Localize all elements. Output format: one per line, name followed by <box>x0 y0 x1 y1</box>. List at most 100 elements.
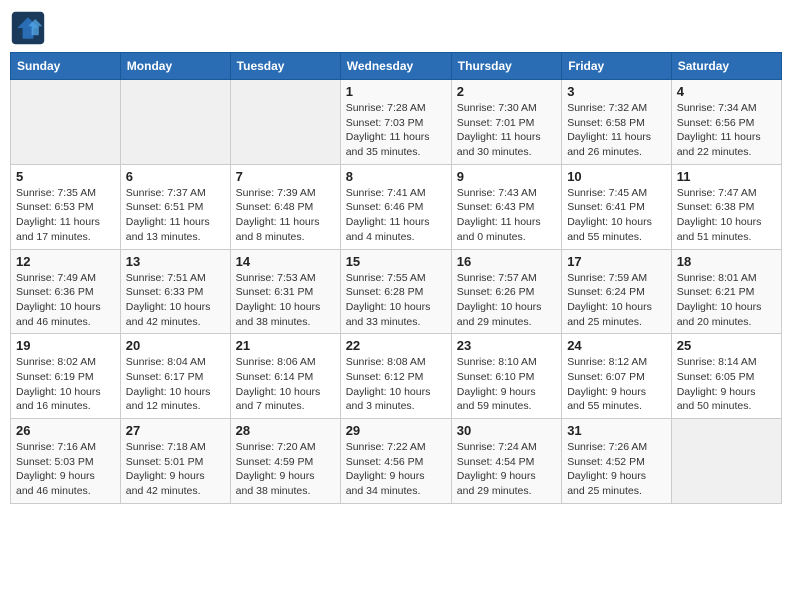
calendar-cell <box>230 80 340 165</box>
logo <box>10 10 50 46</box>
day-info: Sunrise: 8:02 AM Sunset: 6:19 PM Dayligh… <box>16 355 115 414</box>
calendar-table: SundayMondayTuesdayWednesdayThursdayFrid… <box>10 52 782 504</box>
calendar-cell: 15Sunrise: 7:55 AM Sunset: 6:28 PM Dayli… <box>340 249 451 334</box>
calendar-cell: 3Sunrise: 7:32 AM Sunset: 6:58 PM Daylig… <box>562 80 672 165</box>
day-number: 4 <box>677 84 776 99</box>
day-header-monday: Monday <box>120 53 230 80</box>
day-info: Sunrise: 7:26 AM Sunset: 4:52 PM Dayligh… <box>567 440 666 499</box>
day-number: 27 <box>126 423 225 438</box>
day-info: Sunrise: 7:28 AM Sunset: 7:03 PM Dayligh… <box>346 101 446 160</box>
day-number: 2 <box>457 84 556 99</box>
day-info: Sunrise: 8:10 AM Sunset: 6:10 PM Dayligh… <box>457 355 556 414</box>
day-number: 30 <box>457 423 556 438</box>
day-number: 10 <box>567 169 666 184</box>
calendar-cell: 28Sunrise: 7:20 AM Sunset: 4:59 PM Dayli… <box>230 419 340 504</box>
calendar-cell: 17Sunrise: 7:59 AM Sunset: 6:24 PM Dayli… <box>562 249 672 334</box>
day-number: 12 <box>16 254 115 269</box>
calendar-cell <box>671 419 781 504</box>
calendar-cell: 9Sunrise: 7:43 AM Sunset: 6:43 PM Daylig… <box>451 164 561 249</box>
day-info: Sunrise: 7:24 AM Sunset: 4:54 PM Dayligh… <box>457 440 556 499</box>
day-number: 24 <box>567 338 666 353</box>
day-number: 3 <box>567 84 666 99</box>
day-header-wednesday: Wednesday <box>340 53 451 80</box>
day-info: Sunrise: 7:51 AM Sunset: 6:33 PM Dayligh… <box>126 271 225 330</box>
day-number: 8 <box>346 169 446 184</box>
day-header-sunday: Sunday <box>11 53 121 80</box>
day-info: Sunrise: 7:37 AM Sunset: 6:51 PM Dayligh… <box>126 186 225 245</box>
page-header <box>10 10 782 46</box>
day-info: Sunrise: 7:18 AM Sunset: 5:01 PM Dayligh… <box>126 440 225 499</box>
day-info: Sunrise: 7:57 AM Sunset: 6:26 PM Dayligh… <box>457 271 556 330</box>
calendar-cell: 26Sunrise: 7:16 AM Sunset: 5:03 PM Dayli… <box>11 419 121 504</box>
day-number: 29 <box>346 423 446 438</box>
calendar-cell: 18 Sunrise: 8:01 AM Sunset: 6:21 PM Dayli… <box>671 249 781 334</box>
day-info: Sunrise: 7:41 AM Sunset: 6:46 PM Dayligh… <box>346 186 446 245</box>
day-number: 23 <box>457 338 556 353</box>
day-info: Sunrise: 7:49 AM Sunset: 6:36 PM Dayligh… <box>16 271 115 330</box>
day-info: Sunrise: 8:14 AM Sunset: 6:05 PM Dayligh… <box>677 355 776 414</box>
calendar-cell: 27 Sunrise: 7:18 AM Sunset: 5:01 PM Dayli… <box>120 419 230 504</box>
calendar-cell: 31 Sunrise: 7:26 AM Sunset: 4:52 PM Dayli… <box>562 419 672 504</box>
day-info: Sunrise: 8:01 AM Sunset: 6:21 PM Dayligh… <box>677 271 776 330</box>
calendar-cell: 11 Sunrise: 7:47 AM Sunset: 6:38 PM Dayli… <box>671 164 781 249</box>
calendar-cell: 20Sunrise: 8:04 AM Sunset: 6:17 PM Dayli… <box>120 334 230 419</box>
day-number: 5 <box>16 169 115 184</box>
calendar-week-3: 12 Sunrise: 7:49 AM Sunset: 6:36 PM Dayli… <box>11 249 782 334</box>
calendar-week-4: 19 Sunrise: 8:02 AM Sunset: 6:19 PM Dayli… <box>11 334 782 419</box>
day-info: Sunrise: 8:08 AM Sunset: 6:12 PM Dayligh… <box>346 355 446 414</box>
calendar-cell: 29 Sunrise: 7:22 AM Sunset: 4:56 PM Dayli… <box>340 419 451 504</box>
day-number: 19 <box>16 338 115 353</box>
day-number: 31 <box>567 423 666 438</box>
calendar-cell <box>11 80 121 165</box>
calendar-cell: 25 Sunrise: 8:14 AM Sunset: 6:05 PM Dayli… <box>671 334 781 419</box>
calendar-week-5: 26Sunrise: 7:16 AM Sunset: 5:03 PM Dayli… <box>11 419 782 504</box>
calendar-body: 1 Sunrise: 7:28 AM Sunset: 7:03 PM Daylig… <box>11 80 782 504</box>
day-info: Sunrise: 7:34 AM Sunset: 6:56 PM Dayligh… <box>677 101 776 160</box>
day-number: 9 <box>457 169 556 184</box>
day-info: Sunrise: 7:55 AM Sunset: 6:28 PM Dayligh… <box>346 271 446 330</box>
calendar-cell: 23 Sunrise: 8:10 AM Sunset: 6:10 PM Dayli… <box>451 334 561 419</box>
calendar-cell: 5 Sunrise: 7:35 AM Sunset: 6:53 PM Daylig… <box>11 164 121 249</box>
day-header-saturday: Saturday <box>671 53 781 80</box>
calendar-cell: 30 Sunrise: 7:24 AM Sunset: 4:54 PM Dayli… <box>451 419 561 504</box>
calendar-cell: 19 Sunrise: 8:02 AM Sunset: 6:19 PM Dayli… <box>11 334 121 419</box>
calendar-cell: 22 Sunrise: 8:08 AM Sunset: 6:12 PM Dayli… <box>340 334 451 419</box>
calendar-cell: 16 Sunrise: 7:57 AM Sunset: 6:26 PM Dayli… <box>451 249 561 334</box>
calendar-cell: 1 Sunrise: 7:28 AM Sunset: 7:03 PM Daylig… <box>340 80 451 165</box>
day-number: 25 <box>677 338 776 353</box>
day-info: Sunrise: 8:06 AM Sunset: 6:14 PM Dayligh… <box>236 355 335 414</box>
day-number: 22 <box>346 338 446 353</box>
day-info: Sunrise: 7:20 AM Sunset: 4:59 PM Dayligh… <box>236 440 335 499</box>
day-info: Sunrise: 8:12 AM Sunset: 6:07 PM Dayligh… <box>567 355 666 414</box>
day-number: 1 <box>346 84 446 99</box>
day-header-tuesday: Tuesday <box>230 53 340 80</box>
day-info: Sunrise: 7:35 AM Sunset: 6:53 PM Dayligh… <box>16 186 115 245</box>
calendar-cell <box>120 80 230 165</box>
day-number: 16 <box>457 254 556 269</box>
day-info: Sunrise: 7:47 AM Sunset: 6:38 PM Dayligh… <box>677 186 776 245</box>
calendar-cell: 6 Sunrise: 7:37 AM Sunset: 6:51 PM Daylig… <box>120 164 230 249</box>
day-info: Sunrise: 7:53 AM Sunset: 6:31 PM Dayligh… <box>236 271 335 330</box>
day-number: 18 <box>677 254 776 269</box>
calendar-cell: 7Sunrise: 7:39 AM Sunset: 6:48 PM Daylig… <box>230 164 340 249</box>
day-info: Sunrise: 7:30 AM Sunset: 7:01 PM Dayligh… <box>457 101 556 160</box>
day-number: 17 <box>567 254 666 269</box>
day-header-thursday: Thursday <box>451 53 561 80</box>
day-number: 13 <box>126 254 225 269</box>
day-number: 14 <box>236 254 335 269</box>
day-number: 7 <box>236 169 335 184</box>
day-number: 20 <box>126 338 225 353</box>
calendar-cell: 12 Sunrise: 7:49 AM Sunset: 6:36 PM Dayli… <box>11 249 121 334</box>
day-number: 11 <box>677 169 776 184</box>
calendar-cell: 10Sunrise: 7:45 AM Sunset: 6:41 PM Dayli… <box>562 164 672 249</box>
logo-icon <box>10 10 46 46</box>
calendar-cell: 24 Sunrise: 8:12 AM Sunset: 6:07 PM Dayli… <box>562 334 672 419</box>
day-number: 6 <box>126 169 225 184</box>
calendar-week-1: 1 Sunrise: 7:28 AM Sunset: 7:03 PM Daylig… <box>11 80 782 165</box>
calendar-week-2: 5 Sunrise: 7:35 AM Sunset: 6:53 PM Daylig… <box>11 164 782 249</box>
calendar-header: SundayMondayTuesdayWednesdayThursdayFrid… <box>11 53 782 80</box>
day-number: 21 <box>236 338 335 353</box>
day-info: Sunrise: 7:22 AM Sunset: 4:56 PM Dayligh… <box>346 440 446 499</box>
day-number: 26 <box>16 423 115 438</box>
calendar-cell: 4 Sunrise: 7:34 AM Sunset: 6:56 PM Daylig… <box>671 80 781 165</box>
